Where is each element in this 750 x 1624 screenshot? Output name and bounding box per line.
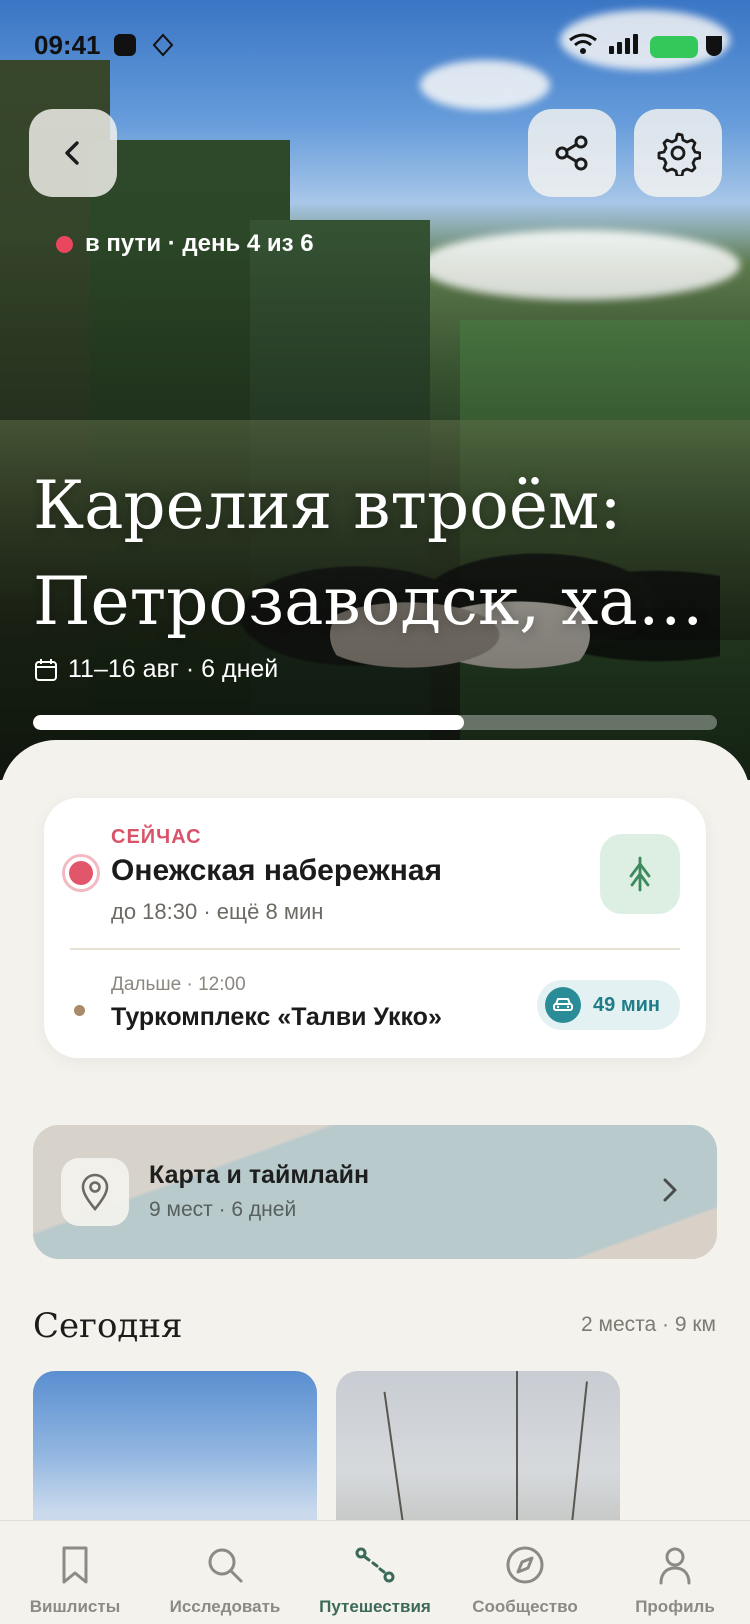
next-place-title: Туркомплекс «Талви Укко»	[111, 1003, 442, 1031]
signal-icon	[609, 34, 638, 54]
trip-progress-bar	[33, 715, 717, 730]
search-icon	[205, 1543, 245, 1587]
next-dot-icon	[74, 1005, 85, 1016]
calendar-icon	[35, 658, 57, 681]
divider	[70, 948, 680, 950]
today-heading: Сегодня	[33, 1306, 183, 1346]
now-kicker: СЕЙЧАС	[111, 826, 202, 848]
tab-label: Исследовать	[169, 1597, 281, 1616]
location-icon	[150, 32, 176, 64]
share-button[interactable]	[528, 109, 616, 197]
tab-label: Сообщество	[472, 1597, 578, 1616]
share-icon	[555, 135, 588, 171]
tab-profile[interactable]: Профиль	[600, 1521, 750, 1624]
hiking-button[interactable]	[600, 834, 680, 914]
tab-bar: Вишлисты Исследовать Путешествия Сообщес…	[0, 1520, 750, 1624]
gear-icon	[657, 132, 701, 176]
route-icon	[353, 1543, 397, 1587]
back-button[interactable]	[29, 109, 117, 197]
map-pin-icon	[61, 1158, 129, 1226]
trip-dates-label: 11–16 авг · 6 дней	[68, 655, 279, 683]
compass-icon	[505, 1543, 545, 1587]
wifi-icon	[568, 32, 598, 62]
chevron-right-icon	[659, 1175, 681, 1210]
trip-status-label: в пути · день 4 из 6	[85, 230, 314, 257]
map-timeline-card[interactable]: Карта и таймлайн 9 мест · 6 дней	[33, 1125, 717, 1259]
app-badge-icon	[112, 32, 138, 64]
live-dot-icon	[56, 235, 73, 253]
tab-trips[interactable]: Путешествия	[300, 1521, 450, 1624]
trip-title: Карелия втроём: Петрозаводск, ха…	[33, 458, 723, 650]
status-time: 09:41	[34, 30, 101, 60]
battery-icon	[650, 36, 698, 58]
status-bar: 09:41	[0, 0, 750, 92]
car-icon	[545, 987, 582, 1023]
tab-label: Профиль	[635, 1597, 715, 1616]
tab-label: Путешествия	[319, 1597, 431, 1616]
now-card[interactable]: СЕЙЧАС Онежская набережная до 18:30 · ещ…	[44, 798, 706, 1058]
next-place-meta: Дальше · 12:00	[111, 974, 246, 995]
bookmark-icon	[58, 1543, 92, 1587]
tab-community[interactable]: Сообщество	[450, 1521, 600, 1624]
tab-wishlists[interactable]: Вишлисты	[0, 1521, 150, 1624]
tab-explore[interactable]: Исследовать	[150, 1521, 300, 1624]
settings-button[interactable]	[634, 109, 722, 197]
tree-icon	[629, 856, 651, 892]
chevron-left-icon	[65, 141, 79, 165]
today-meta: 2 места · 9 км	[581, 1313, 716, 1336]
trip-status: в пути · день 4 из 6	[52, 226, 318, 262]
now-place-title: Онежская набережная	[111, 854, 443, 887]
map-card-subtitle: 9 мест · 6 дней	[149, 1198, 297, 1221]
trip-title-line1: Карелия втроём:	[33, 467, 622, 544]
tab-label: Вишлисты	[29, 1597, 121, 1616]
map-card-title: Карта и таймлайн	[149, 1161, 370, 1189]
trip-title-line2: Петрозаводск, ха…	[33, 563, 704, 640]
person-icon	[657, 1543, 693, 1587]
trip-progress-fill	[33, 715, 464, 730]
now-place-subtitle: до 18:30 · ещё 8 мин	[111, 899, 324, 924]
trip-dates: 11–16 авг · 6 дней	[34, 655, 278, 684]
drive-time-chip[interactable]: 49 мин	[537, 980, 680, 1030]
shield-icon	[706, 36, 722, 56]
drive-time-label: 49 мин	[593, 993, 660, 1016]
current-location-icon	[62, 854, 100, 892]
